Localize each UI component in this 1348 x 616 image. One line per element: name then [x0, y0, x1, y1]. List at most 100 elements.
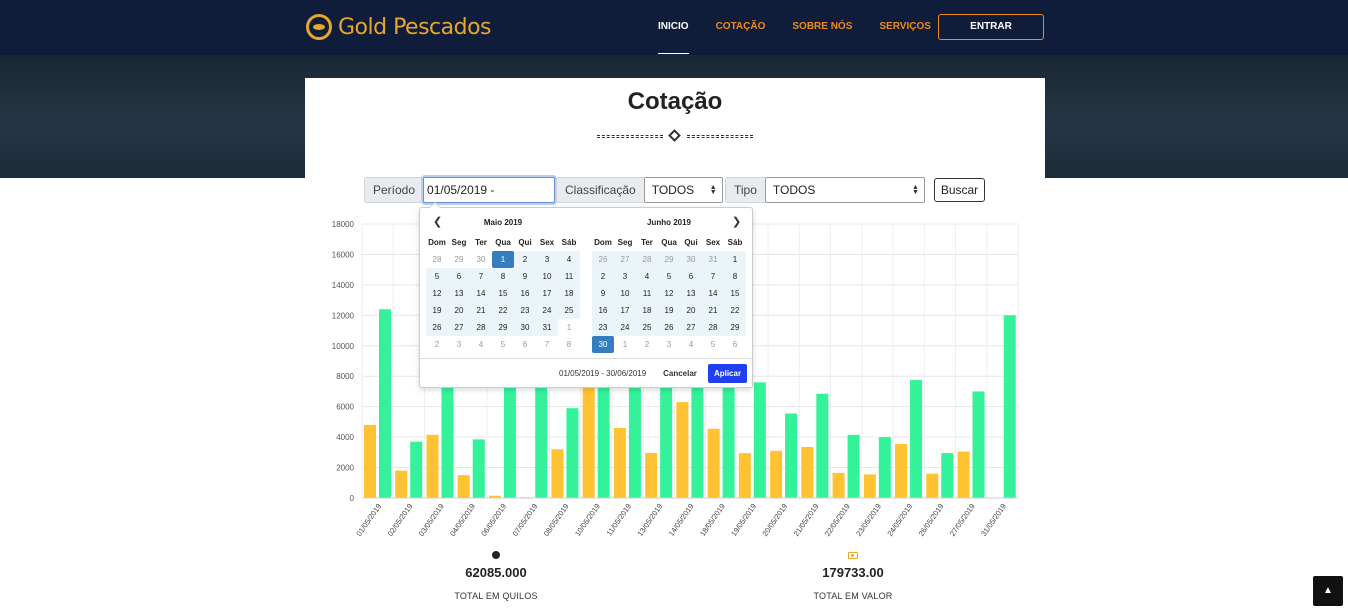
calendar-day[interactable]: 6: [448, 268, 470, 285]
calendar-day[interactable]: 7: [470, 268, 492, 285]
calendar-day[interactable]: 1: [558, 319, 580, 336]
calendar-day[interactable]: 24: [536, 302, 558, 319]
calendar-day[interactable]: 30: [470, 251, 492, 268]
calendar-day[interactable]: 25: [558, 302, 580, 319]
calendar-day[interactable]: 2: [514, 251, 536, 268]
calendar-day[interactable]: 2: [592, 268, 614, 285]
calendar-day[interactable]: 17: [536, 285, 558, 302]
calendar-day[interactable]: 23: [514, 302, 536, 319]
calendar-day[interactable]: 11: [558, 268, 580, 285]
calendar-day[interactable]: 16: [514, 285, 536, 302]
login-button[interactable]: ENTRAR: [938, 14, 1044, 40]
calendar-day[interactable]: 3: [614, 268, 636, 285]
calendar-day[interactable]: 15: [724, 285, 746, 302]
calendar-day[interactable]: 19: [658, 302, 680, 319]
calendar-day[interactable]: 12: [658, 285, 680, 302]
calendar-day[interactable]: 14: [702, 285, 724, 302]
calendar-day[interactable]: 4: [636, 268, 658, 285]
calendar-day[interactable]: 1: [614, 336, 636, 353]
brand-logo[interactable]: Gold Pescados: [306, 14, 492, 40]
nav-item-cotacao[interactable]: COTAÇÃO: [716, 21, 766, 32]
calendar-day[interactable]: 21: [470, 302, 492, 319]
calendar-day[interactable]: 16: [592, 302, 614, 319]
calendar-day[interactable]: 28: [470, 319, 492, 336]
calendar-day[interactable]: 22: [724, 302, 746, 319]
calendar-day[interactable]: 5: [492, 336, 514, 353]
calendar-day[interactable]: 5: [426, 268, 448, 285]
buscar-button[interactable]: Buscar: [934, 178, 985, 202]
calendar-day[interactable]: 4: [680, 336, 702, 353]
calendar-day[interactable]: 25: [636, 319, 658, 336]
nav-item-inicio[interactable]: INICIO: [658, 21, 689, 54]
scroll-to-top-button[interactable]: ▲: [1313, 576, 1343, 606]
calendar-day[interactable]: 13: [680, 285, 702, 302]
calendar-day[interactable]: 28: [702, 319, 724, 336]
calendar-day[interactable]: 27: [680, 319, 702, 336]
calendar-day[interactable]: 30: [592, 336, 614, 353]
calendar-day[interactable]: 7: [536, 336, 558, 353]
calendar-day[interactable]: 9: [514, 268, 536, 285]
calendar-day[interactable]: 2: [636, 336, 658, 353]
calendar-day[interactable]: 30: [514, 319, 536, 336]
calendar-day[interactable]: 5: [658, 268, 680, 285]
calendar-day[interactable]: 19: [426, 302, 448, 319]
calendar-day[interactable]: 4: [470, 336, 492, 353]
nav-item-sobre-nos[interactable]: SOBRE NÓS: [792, 21, 852, 32]
calendar-day[interactable]: 5: [702, 336, 724, 353]
calendar-day[interactable]: 1: [492, 251, 514, 268]
calendar-day[interactable]: 26: [426, 319, 448, 336]
calendar-day[interactable]: 24: [614, 319, 636, 336]
classificacao-select[interactable]: TODOS ▲ ▼: [643, 177, 723, 203]
calendar-day[interactable]: 2: [426, 336, 448, 353]
calendar-day[interactable]: 8: [724, 268, 746, 285]
calendar-day[interactable]: 8: [558, 336, 580, 353]
calendar-day[interactable]: 13: [448, 285, 470, 302]
calendar-day[interactable]: 22: [492, 302, 514, 319]
calendar-day[interactable]: 29: [724, 319, 746, 336]
calendar-day[interactable]: 31: [536, 319, 558, 336]
calendar-day[interactable]: 9: [592, 285, 614, 302]
calendar-day[interactable]: 3: [448, 336, 470, 353]
calendar-day[interactable]: 23: [592, 319, 614, 336]
calendar-day[interactable]: 18: [636, 302, 658, 319]
x-tick-label: 26/05/2019: [917, 502, 946, 538]
calendar-day[interactable]: 20: [680, 302, 702, 319]
calendar-day[interactable]: 7: [702, 268, 724, 285]
calendar-day[interactable]: 15: [492, 285, 514, 302]
calendar-day[interactable]: 27: [448, 319, 470, 336]
calendar-day[interactable]: 10: [614, 285, 636, 302]
cancel-button[interactable]: Cancelar: [660, 365, 700, 382]
calendar-day[interactable]: 3: [658, 336, 680, 353]
calendar-day[interactable]: 12: [426, 285, 448, 302]
calendar-day[interactable]: 8: [492, 268, 514, 285]
calendar-day[interactable]: 29: [658, 251, 680, 268]
bar-valor: [722, 386, 735, 498]
calendar-day[interactable]: 29: [492, 319, 514, 336]
calendar-day[interactable]: 17: [614, 302, 636, 319]
bar-valor: [660, 386, 673, 498]
calendar-day[interactable]: 21: [702, 302, 724, 319]
calendar-day[interactable]: 11: [636, 285, 658, 302]
calendar-day[interactable]: 10: [536, 268, 558, 285]
calendar-day[interactable]: 31: [702, 251, 724, 268]
calendar-day[interactable]: 18: [558, 285, 580, 302]
nav-item-servicos[interactable]: SERVIÇOS: [879, 21, 931, 32]
periodo-date-input[interactable]: 01/05/2019 - 30/06/2019: [423, 177, 556, 221]
tipo-select[interactable]: TODOS ▲ ▼: [764, 177, 925, 203]
calendar-day[interactable]: 6: [680, 268, 702, 285]
calendar-day[interactable]: 20: [448, 302, 470, 319]
calendar-day[interactable]: 1: [724, 251, 746, 268]
calendar-day[interactable]: 3: [536, 251, 558, 268]
calendar-day[interactable]: 30: [680, 251, 702, 268]
calendar-day[interactable]: 27: [614, 251, 636, 268]
calendar-day[interactable]: 26: [592, 251, 614, 268]
calendar-day[interactable]: 6: [724, 336, 746, 353]
calendar-day[interactable]: 26: [658, 319, 680, 336]
calendar-day[interactable]: 4: [558, 251, 580, 268]
calendar-day[interactable]: 6: [514, 336, 536, 353]
calendar-day[interactable]: 14: [470, 285, 492, 302]
calendar-day[interactable]: 28: [636, 251, 658, 268]
calendar-day[interactable]: 29: [448, 251, 470, 268]
apply-button[interactable]: Aplicar: [708, 364, 747, 383]
calendar-day[interactable]: 28: [426, 251, 448, 268]
